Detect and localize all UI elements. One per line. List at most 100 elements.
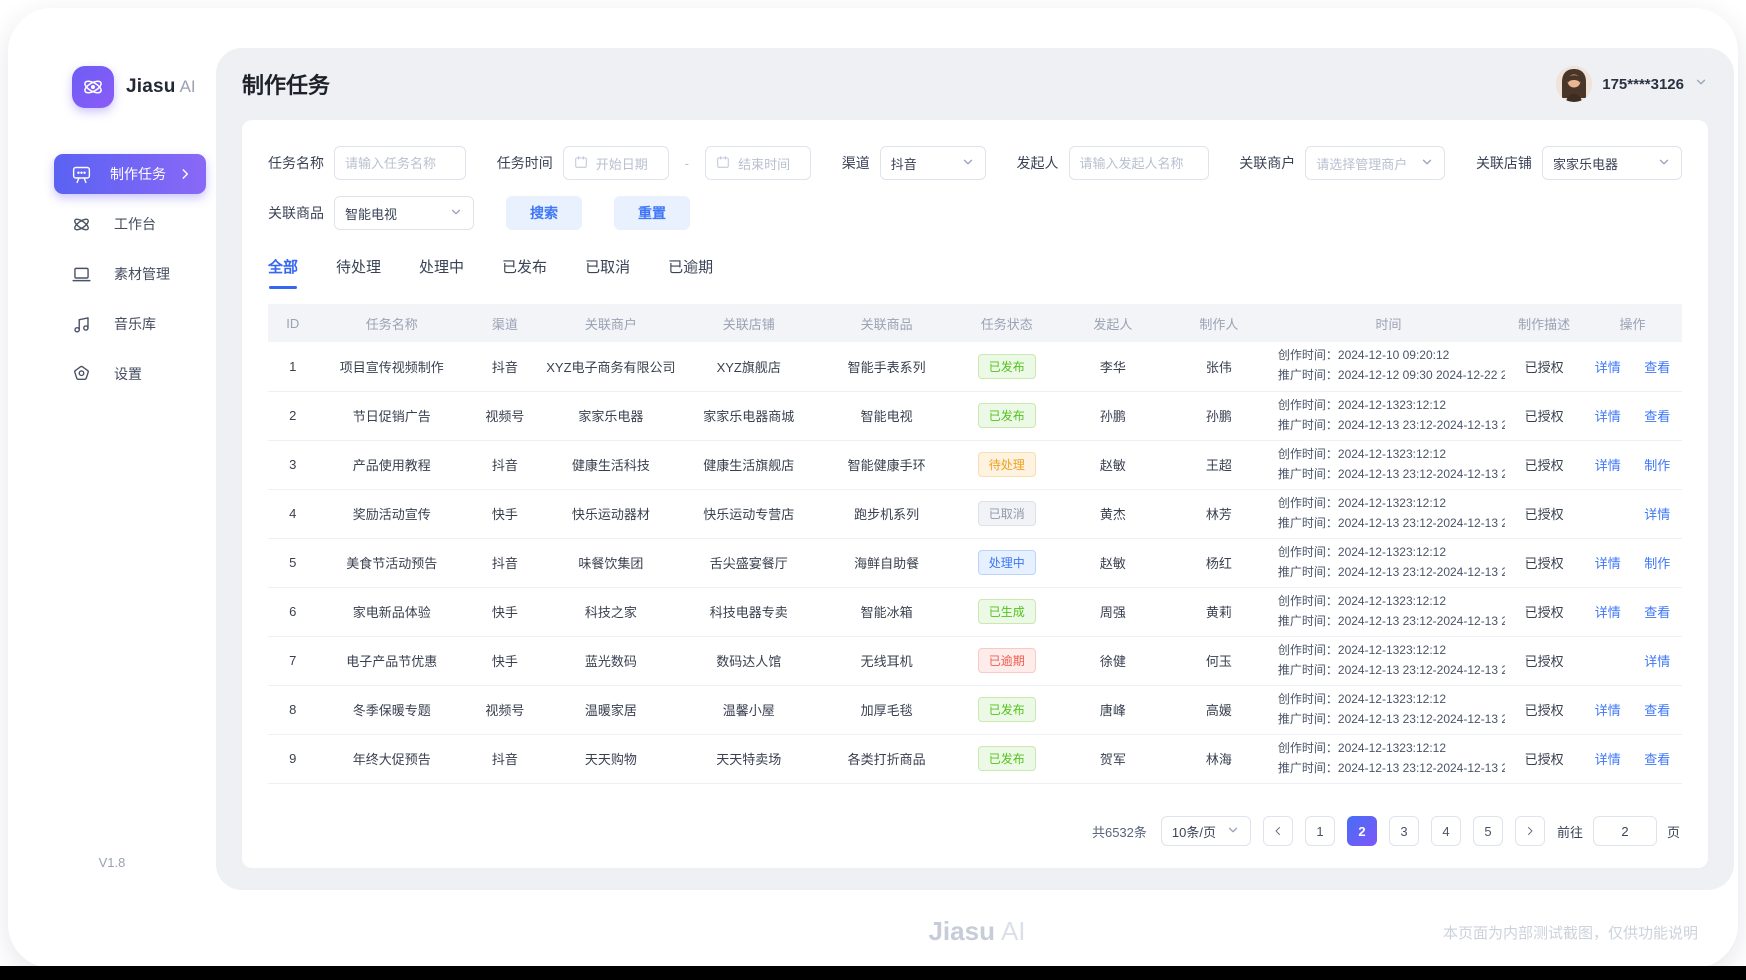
next-page-button[interactable]: [1515, 816, 1545, 846]
make-desc: 已授权: [1505, 636, 1583, 685]
column-header: 关联商户: [544, 304, 678, 342]
end-date-picker[interactable]: 结束时间: [705, 146, 811, 180]
task-id: 8: [268, 685, 317, 734]
search-button[interactable]: 搜索: [506, 196, 582, 230]
user-phone: 175****3126: [1602, 76, 1684, 93]
footer-note: 本页面为内部测试截图，仅供功能说明: [1443, 922, 1698, 943]
main-column: 制作任务 175****3126: [216, 8, 1738, 968]
sidebar-item-音乐库[interactable]: 音乐库: [54, 304, 206, 344]
page-button-3[interactable]: 3: [1389, 816, 1419, 846]
product: 跑步机系列: [819, 489, 953, 538]
merchant: 蓝光数码: [544, 636, 678, 685]
music-icon: [70, 313, 92, 335]
action-查看[interactable]: 查看: [1644, 749, 1670, 768]
task-id: 3: [268, 440, 317, 489]
tab-已取消[interactable]: 已取消: [585, 256, 630, 289]
shop-select[interactable]: 家家乐电器: [1542, 146, 1682, 180]
filter-label: 发起人: [1017, 153, 1059, 173]
chevron-right-icon: [1524, 825, 1536, 837]
channel: 抖音: [466, 440, 544, 489]
page-size-select[interactable]: 10条/页: [1161, 816, 1251, 846]
initiator: 李华: [1060, 342, 1166, 391]
action-详情[interactable]: 详情: [1595, 553, 1621, 572]
task-name: 产品使用教程: [317, 440, 465, 489]
initiator-input[interactable]: [1080, 156, 1198, 171]
table-row: 6家电新品体验快手科技之家科技电器专卖智能冰箱已生成周强黄莉创作时间：2024-…: [268, 587, 1682, 636]
action-详情[interactable]: 详情: [1595, 749, 1621, 768]
initiator: 徐健: [1060, 636, 1166, 685]
sidebar-item-制作任务[interactable]: 制作任务: [54, 154, 206, 194]
prev-page-button[interactable]: [1263, 816, 1293, 846]
action-详情[interactable]: 详情: [1595, 455, 1621, 474]
merchant-placeholder: 请选择管理商户: [1316, 154, 1407, 173]
page-button-5[interactable]: 5: [1473, 816, 1503, 846]
status-badge: 待处理: [978, 452, 1036, 477]
promo-time: 推广时间：2024-12-12 09:30 2024-12-22 23:59: [1278, 366, 1505, 386]
action-详情[interactable]: 详情: [1595, 357, 1621, 376]
task-id: 7: [268, 636, 317, 685]
promo-time: 推广时间：2024-12-13 23:12-2024-12-13 23:12: [1278, 563, 1505, 583]
row-actions: 详情 制作: [1583, 538, 1682, 587]
action-详情[interactable]: 详情: [1595, 700, 1621, 719]
column-header: 渠道: [466, 304, 544, 342]
channel-select[interactable]: 抖音: [880, 146, 986, 180]
maker: 杨红: [1166, 538, 1272, 587]
action-查看[interactable]: 查看: [1644, 357, 1670, 376]
merchant-select[interactable]: 请选择管理商户: [1305, 146, 1445, 180]
table-row: 5美食节活动预告抖音味餐饮集团舌尖盛宴餐厅海鲜自助餐处理中赵敏杨红创作时间：20…: [268, 538, 1682, 587]
total-count: 共6532条: [1092, 822, 1147, 841]
shop: 科技电器专卖: [678, 587, 819, 636]
tab-已逾期[interactable]: 已逾期: [668, 256, 713, 289]
action-查看[interactable]: 查看: [1644, 406, 1670, 425]
filter-label: 关联商品: [268, 203, 324, 223]
merchant: 科技之家: [544, 587, 678, 636]
goto-page-input[interactable]: [1593, 816, 1657, 846]
create-time: 创作时间：2024-12-1323:12:12: [1278, 641, 1505, 661]
promo-time: 推广时间：2024-12-13 23:12-2024-12-13 23:12: [1278, 612, 1505, 632]
task-time: 创作时间：2024-12-1323:12:12推广时间：2024-12-13 2…: [1272, 636, 1505, 685]
page-button-1[interactable]: 1: [1305, 816, 1335, 846]
tab-待处理[interactable]: 待处理: [336, 256, 381, 289]
chevron-right-icon: [178, 167, 192, 181]
page-button-2[interactable]: 2: [1347, 816, 1377, 846]
action-详情[interactable]: 详情: [1644, 651, 1670, 670]
sidebar-item-素材管理[interactable]: 素材管理: [54, 254, 206, 294]
watermark-suffix: AI: [1001, 916, 1026, 946]
action-制作[interactable]: 制作: [1644, 455, 1670, 474]
task-name: 年终大促预告: [317, 734, 465, 783]
calendar-icon: [574, 155, 588, 172]
product: 智能电视: [819, 391, 953, 440]
user-menu[interactable]: 175****3126: [1556, 66, 1708, 102]
reset-button[interactable]: 重置: [614, 196, 690, 230]
action-详情[interactable]: 详情: [1644, 504, 1670, 523]
column-header: 制作人: [1166, 304, 1272, 342]
action-详情[interactable]: 详情: [1595, 406, 1621, 425]
table-row: 4奖励活动宣传快手快乐运动器材快乐运动专营店跑步机系列已取消黄杰林芳创作时间：2…: [268, 489, 1682, 538]
tab-全部[interactable]: 全部: [268, 256, 298, 289]
start-date-picker[interactable]: 开始日期: [563, 146, 669, 180]
filter-row-1: 任务名称 任务时间 开始日期 -: [268, 146, 1682, 180]
status-badge: 已取消: [978, 501, 1036, 526]
tab-已发布[interactable]: 已发布: [502, 256, 547, 289]
action-查看[interactable]: 查看: [1644, 602, 1670, 621]
page-button-4[interactable]: 4: [1431, 816, 1461, 846]
product-select[interactable]: 智能电视: [334, 196, 474, 230]
action-查看[interactable]: 查看: [1644, 700, 1670, 719]
create-time: 创作时间：2024-12-1323:12:12: [1278, 543, 1505, 563]
tab-处理中[interactable]: 处理中: [419, 256, 464, 289]
task-id: 4: [268, 489, 317, 538]
task-name: 节日促销广告: [317, 391, 465, 440]
avatar[interactable]: [1556, 66, 1592, 102]
task-name-input[interactable]: [345, 156, 455, 171]
action-制作[interactable]: 制作: [1644, 553, 1670, 572]
shop: 健康生活旗舰店: [678, 440, 819, 489]
chevron-down-icon: [1420, 155, 1434, 172]
sidebar-item-设置[interactable]: 设置: [54, 354, 206, 394]
filter-channel: 渠道 抖音: [842, 146, 986, 180]
shop: 数码达人馆: [678, 636, 819, 685]
filter-label: 任务时间: [497, 153, 553, 173]
column-header: 发起人: [1060, 304, 1166, 342]
maker: 王超: [1166, 440, 1272, 489]
sidebar-item-工作台[interactable]: 工作台: [54, 204, 206, 244]
action-详情[interactable]: 详情: [1595, 602, 1621, 621]
